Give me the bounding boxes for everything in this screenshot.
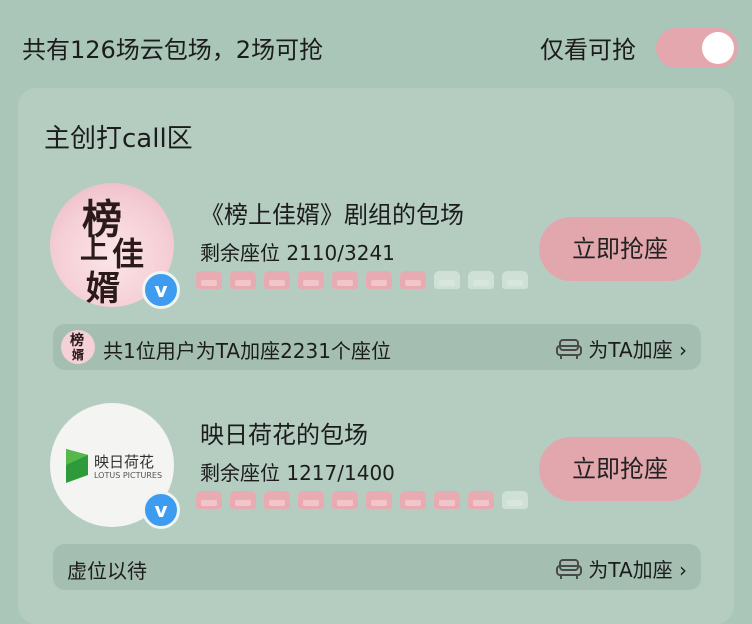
remaining-seats: 剩余座位 1217/1400	[200, 461, 395, 485]
screening-item: 映日荷花 LOTUS PICTURES v 映日荷花的包场 剩余座位 1217/…	[18, 403, 734, 563]
top-bar: 共有126场云包场，2场可抢 仅看可抢	[0, 0, 752, 88]
grab-seat-button[interactable]: 立即抢座	[539, 437, 701, 501]
supporter-avatar: 榜 婿	[61, 330, 95, 364]
seat-icon	[298, 271, 324, 289]
summary-text: 共有126场云包场，2场可抢	[22, 36, 324, 64]
seat-icon	[400, 491, 426, 509]
logo-subtext: LOTUS PICTURES	[94, 471, 163, 480]
verified-v-icon: v	[142, 271, 180, 309]
seat-icon	[196, 491, 222, 509]
seat-icon	[434, 271, 460, 289]
seat-progress	[196, 491, 528, 509]
seat-icon	[264, 271, 290, 289]
add-seat-row[interactable]: 榜 婿 共1位用户为TA加座2231个座位 为TA加座 ›	[53, 324, 701, 370]
seat-icon	[502, 491, 528, 509]
seat-icon	[366, 491, 392, 509]
add-seat-link[interactable]: 为TA加座 ›	[556, 554, 687, 583]
only-available-toggle[interactable]	[656, 28, 738, 68]
seat-icon	[332, 271, 358, 289]
add-seat-label: 为TA加座 ›	[588, 338, 687, 362]
avatar-calligraphy-char: 婿	[86, 269, 120, 307]
panel-title: 主创打call区	[44, 124, 193, 154]
seat-icon	[196, 271, 222, 289]
logo-text: 映日荷花	[94, 453, 155, 471]
verified-v-icon: v	[142, 491, 180, 529]
seat-icon	[468, 491, 494, 509]
add-seat-row[interactable]: 虚位以待 为TA加座 ›	[53, 544, 701, 590]
seat-icon	[502, 271, 528, 289]
vacancy-text: 虚位以待	[67, 559, 147, 583]
add-seat-label: 为TA加座 ›	[588, 558, 687, 582]
seat-icon	[400, 271, 426, 289]
seat-icon	[298, 491, 324, 509]
seat-icon	[332, 491, 358, 509]
creator-call-panel: 主创打call区 榜 上 佳 婿 v 《榜上佳婿》剧组的包场 剩余座位 2110…	[18, 88, 734, 624]
supporter-summary: 共1位用户为TA加座2231个座位	[103, 339, 391, 363]
toggle-knob	[702, 32, 734, 64]
supporter-avatar-char: 婿	[72, 348, 85, 362]
only-available-label: 仅看可抢	[540, 36, 636, 64]
sofa-icon	[556, 558, 583, 579]
screening-title[interactable]: 映日荷花的包场	[200, 415, 368, 450]
seat-icon	[468, 271, 494, 289]
grab-seat-button[interactable]: 立即抢座	[539, 217, 701, 281]
seat-icon	[230, 491, 256, 509]
seat-progress	[196, 271, 528, 289]
seat-icon	[264, 491, 290, 509]
seat-icon	[230, 271, 256, 289]
screening-title[interactable]: 《榜上佳婿》剧组的包场	[200, 195, 464, 230]
seat-icon	[434, 491, 460, 509]
seat-icon	[366, 271, 392, 289]
remaining-seats: 剩余座位 2110/3241	[200, 241, 395, 265]
add-seat-link[interactable]: 为TA加座 ›	[556, 334, 687, 363]
screening-item: 榜 上 佳 婿 v 《榜上佳婿》剧组的包场 剩余座位 2110/3241 立即抢…	[18, 183, 734, 343]
sofa-icon	[556, 338, 583, 359]
